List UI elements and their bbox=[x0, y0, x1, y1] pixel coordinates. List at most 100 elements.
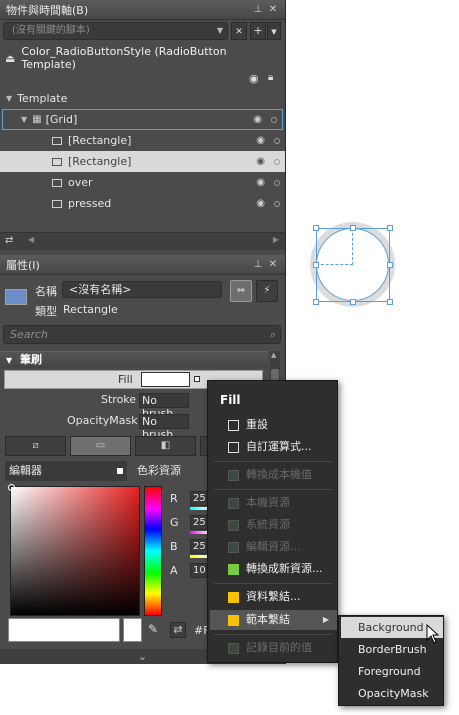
no-brush-icon: ⧄ bbox=[32, 440, 39, 451]
close-icon[interactable]: ✕ bbox=[267, 4, 279, 15]
opacitymask-label: OpacityMask bbox=[67, 414, 138, 427]
eyedropper-icon[interactable]: ✎ bbox=[148, 622, 158, 636]
tab-editor[interactable]: 編輯器 bbox=[5, 461, 127, 481]
swap-color-icon[interactable]: ⇄ bbox=[170, 622, 186, 638]
type-label: 類型 bbox=[35, 305, 57, 318]
resize-handle-bl[interactable] bbox=[313, 299, 319, 305]
tree-item-pressed[interactable]: pressed ◉ bbox=[0, 193, 285, 214]
gradient-brush-tab[interactable]: ◧ bbox=[135, 436, 196, 456]
context-menu-title: Fill bbox=[220, 393, 241, 407]
color-saturation-picker[interactable] bbox=[8, 484, 140, 616]
lock-toggle-icon[interactable] bbox=[274, 200, 280, 207]
resize-handle-l[interactable] bbox=[313, 262, 319, 268]
submenu-item-foreground[interactable]: Foreground bbox=[341, 661, 443, 682]
solid-brush-tab[interactable]: ▭ bbox=[70, 436, 131, 456]
menu-item-custom-expression[interactable]: 自訂運算式... bbox=[210, 437, 337, 457]
rectangle-icon bbox=[52, 157, 62, 166]
menu-item-label: 系統資源 bbox=[246, 518, 290, 531]
name-field[interactable]: <沒有名稱> bbox=[62, 281, 222, 298]
resize-handle-r[interactable] bbox=[387, 262, 393, 268]
element-type-swatch bbox=[5, 289, 27, 305]
resize-handle-br[interactable] bbox=[387, 299, 393, 305]
tab-color-resources[interactable]: 色彩資源 bbox=[133, 461, 213, 481]
scroll-left-icon[interactable]: ◀ bbox=[28, 235, 34, 244]
tree-item-template[interactable]: ▼ Template bbox=[0, 88, 285, 109]
close-icon[interactable]: ✕ bbox=[267, 259, 279, 270]
scroll-up-icon[interactable]: ▲ bbox=[271, 351, 276, 359]
submenu-item-label: Background bbox=[358, 621, 424, 634]
pin-icon[interactable]: ⊥ bbox=[252, 4, 264, 15]
objects-panel-title: 物件與時間軸(B) bbox=[6, 3, 89, 17]
opacitymask-value[interactable]: No brush bbox=[139, 414, 189, 441]
name-label: 名稱 bbox=[35, 285, 57, 298]
lock-toggle-icon[interactable] bbox=[274, 179, 280, 186]
fill-context-menu: Fill 重設 自訂運算式... 轉換成本機值 本機資源 系統資源 編輯資源..… bbox=[207, 380, 338, 663]
color-picker-handle[interactable] bbox=[8, 484, 15, 491]
lock-toggle-icon[interactable] bbox=[274, 137, 280, 144]
tree-item-rectangle-selected[interactable]: [Rectangle] ◉ bbox=[0, 151, 285, 172]
advanced-options-marker[interactable] bbox=[194, 376, 200, 382]
resize-handle-tl[interactable] bbox=[313, 225, 319, 231]
layers-icon[interactable]: ⇄ bbox=[5, 235, 13, 246]
artboard-element[interactable] bbox=[310, 222, 395, 307]
solid-brush-icon: ▭ bbox=[95, 440, 106, 451]
checkbox-icon bbox=[228, 442, 239, 453]
channel-g-label: G bbox=[170, 516, 179, 529]
scope-dropdown[interactable]: (沒有關鍵的腳本) ▼ bbox=[3, 22, 228, 40]
menu-item-data-binding[interactable]: 資料繫結... bbox=[210, 587, 337, 607]
menu-separator bbox=[214, 489, 332, 490]
events-view-button[interactable]: ⚡ bbox=[256, 280, 278, 302]
chevron-down-icon[interactable]: ▼ bbox=[21, 115, 27, 124]
eye-icon[interactable]: ◉ bbox=[256, 156, 265, 167]
eye-icon[interactable]: ◉ bbox=[256, 177, 265, 188]
close-scope-button[interactable]: ✕ bbox=[231, 22, 247, 40]
brushes-category[interactable]: ▼ 筆刷 bbox=[0, 351, 268, 368]
eye-icon[interactable]: ◉ bbox=[256, 198, 265, 209]
more-options-button[interactable]: ▼ bbox=[267, 22, 281, 40]
menu-item-reset[interactable]: 重設 bbox=[210, 415, 337, 435]
add-trigger-button[interactable]: + bbox=[250, 22, 266, 40]
eye-icon[interactable]: ◉ bbox=[253, 114, 262, 125]
menu-separator bbox=[214, 634, 332, 635]
menu-item-label: 範本繫結 bbox=[246, 613, 290, 626]
close-icon: ✕ bbox=[235, 27, 243, 37]
stroke-value[interactable]: No brush bbox=[139, 393, 189, 420]
tree-item-grid[interactable]: ▼ ▦ [Grid] ◉ bbox=[2, 109, 283, 130]
chevron-down-icon[interactable]: ▼ bbox=[6, 94, 12, 103]
eye-icon[interactable]: ◉ bbox=[256, 135, 265, 146]
property-search-input[interactable]: Search ⌕ bbox=[3, 325, 281, 344]
menu-separator bbox=[214, 461, 332, 462]
tree-horizontal-scrollbar[interactable]: ⇄ ◀ ▶ bbox=[0, 232, 285, 250]
menu-item-label: 編輯資源... bbox=[246, 540, 301, 553]
category-label: 筆刷 bbox=[20, 353, 42, 366]
binding-icon bbox=[228, 592, 239, 603]
resize-handle-t[interactable] bbox=[350, 225, 356, 231]
resource-icon bbox=[228, 542, 239, 553]
type-value: Rectangle bbox=[63, 303, 118, 316]
scope-label: (沒有關鍵的腳本) bbox=[12, 25, 90, 36]
fill-swatch[interactable] bbox=[141, 372, 190, 387]
tree-item-rectangle[interactable]: [Rectangle] ◉ bbox=[0, 130, 285, 151]
properties-panel-header: 屬性(I) ⊥ ✕ bbox=[0, 255, 285, 275]
rectangle-icon bbox=[52, 178, 62, 187]
menu-separator bbox=[214, 583, 332, 584]
hue-slider[interactable] bbox=[144, 486, 162, 616]
tree-item-over[interactable]: over ◉ bbox=[0, 172, 285, 193]
pin-icon[interactable]: ⊥ bbox=[252, 259, 264, 270]
resize-handle-tr[interactable] bbox=[387, 225, 393, 231]
scroll-right-icon[interactable]: ▶ bbox=[273, 235, 279, 244]
submenu-item-opacitymask[interactable]: OpacityMask bbox=[341, 683, 443, 704]
resize-handle-b[interactable] bbox=[350, 299, 356, 305]
menu-item-template-binding[interactable]: 範本繫結 ▶ bbox=[210, 610, 337, 630]
lock-icon[interactable]: 🔒︎ bbox=[268, 72, 273, 83]
lock-toggle-icon[interactable] bbox=[274, 158, 280, 165]
eye-icon[interactable]: ◉ bbox=[249, 72, 259, 85]
submenu-item-label: BorderBrush bbox=[358, 643, 427, 656]
return-scope-icon[interactable]: ⏏ bbox=[5, 52, 15, 65]
no-brush-tab[interactable]: ⧄ bbox=[5, 436, 66, 456]
template-scope-row[interactable]: ⏏ Color_RadioButtonStyle (RadioButton Te… bbox=[5, 45, 283, 71]
properties-view-button[interactable]: ⇔ bbox=[230, 280, 252, 302]
menu-item-convert-new-resource[interactable]: 轉換成新資源... bbox=[210, 559, 337, 579]
record-icon bbox=[228, 643, 239, 654]
lock-toggle-icon[interactable] bbox=[271, 116, 277, 123]
